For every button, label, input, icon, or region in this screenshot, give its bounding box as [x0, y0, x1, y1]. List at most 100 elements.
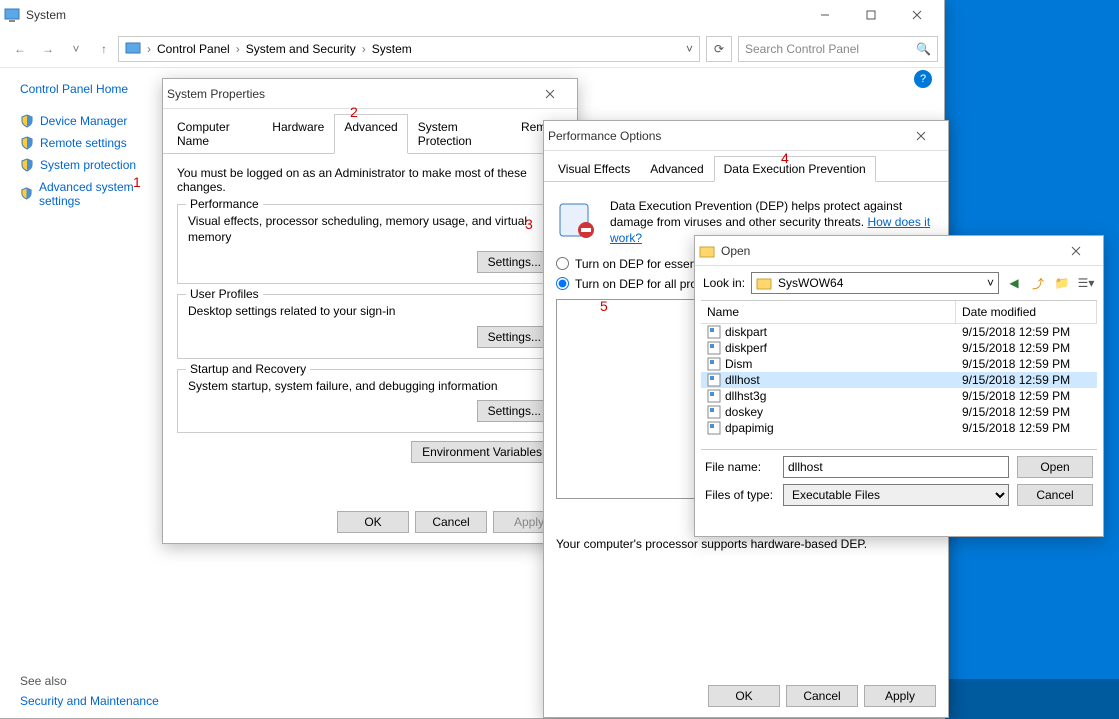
- settings-button[interactable]: Settings...: [477, 326, 552, 348]
- system-properties-dialog: System Properties Computer NameHardwareA…: [162, 78, 578, 544]
- file-date: 9/15/2018 12:59 PM: [962, 405, 1091, 419]
- file-name: diskperf: [725, 341, 767, 355]
- shield-icon: [20, 114, 34, 128]
- tab-data-execution-prevention[interactable]: Data Execution Prevention: [714, 156, 876, 182]
- sidebar-item-remote-settings[interactable]: Remote settings: [20, 132, 168, 154]
- sidebar-item-device-manager[interactable]: Device Manager: [20, 110, 168, 132]
- lookin-label: Look in:: [703, 276, 745, 290]
- sidebar-item-label: Remote settings: [40, 136, 127, 150]
- file-date: 9/15/2018 12:59 PM: [962, 325, 1091, 339]
- search-icon: 🔍: [916, 42, 931, 56]
- chevron-icon: ›: [362, 42, 366, 56]
- address-bar[interactable]: › Control Panel › System and Security › …: [118, 36, 700, 62]
- sidebar-item-advanced-system-settings[interactable]: Advanced system settings: [20, 176, 168, 212]
- search-box[interactable]: Search Control Panel 🔍: [738, 36, 938, 62]
- system-icon: [4, 7, 20, 23]
- refresh-button[interactable]: ⟳: [706, 36, 732, 62]
- exe-icon: [707, 421, 721, 435]
- dep-support-text: Your computer's processor supports hardw…: [556, 537, 936, 551]
- tab-strip: Computer NameHardwareAdvancedSystem Prot…: [163, 113, 577, 154]
- ok-button[interactable]: OK: [337, 511, 409, 533]
- chevron-icon: ›: [236, 42, 240, 56]
- maximize-button[interactable]: [848, 0, 894, 30]
- radio-input[interactable]: [556, 277, 569, 290]
- breadcrumb-item[interactable]: System: [372, 42, 412, 56]
- lookin-combo[interactable]: SysWOW64 ˅: [751, 272, 999, 294]
- file-row[interactable]: diskpart 9/15/2018 12:59 PM: [701, 324, 1097, 340]
- col-name[interactable]: Name: [701, 301, 956, 323]
- breadcrumb-item[interactable]: Control Panel: [157, 42, 230, 56]
- close-button[interactable]: [894, 0, 940, 30]
- radio-input[interactable]: [556, 257, 569, 270]
- exe-icon: [707, 373, 721, 387]
- back-icon[interactable]: ◀: [1005, 274, 1023, 292]
- dialog-title: System Properties: [167, 87, 527, 101]
- new-folder-icon[interactable]: 📁: [1053, 274, 1071, 292]
- file-date: 9/15/2018 12:59 PM: [962, 357, 1091, 371]
- view-menu-icon[interactable]: ☰▾: [1077, 274, 1095, 292]
- file-list[interactable]: Name Date modified diskpart 9/15/2018 12:…: [701, 300, 1097, 450]
- file-date: 9/15/2018 12:59 PM: [962, 373, 1091, 387]
- minimize-button[interactable]: [802, 0, 848, 30]
- tab-advanced[interactable]: Advanced: [640, 156, 713, 182]
- filetype-label: Files of type:: [705, 488, 775, 502]
- file-date: 9/15/2018 12:59 PM: [962, 389, 1091, 403]
- tab-hardware[interactable]: Hardware: [262, 114, 334, 154]
- group-desc: Desktop settings related to your sign-in: [188, 303, 552, 319]
- file-row[interactable]: doskey9/15/2018 12:59 PM: [701, 404, 1097, 420]
- file-row[interactable]: dllhst3g9/15/2018 12:59 PM: [701, 388, 1097, 404]
- file-row[interactable]: diskperf9/15/2018 12:59 PM: [701, 340, 1097, 356]
- sidebar-item-system-protection[interactable]: System protection: [20, 154, 168, 176]
- forward-button[interactable]: →: [34, 35, 62, 63]
- breadcrumb-item[interactable]: System and Security: [246, 42, 356, 56]
- open-button[interactable]: Open: [1017, 456, 1093, 478]
- group-legend: User Profiles: [186, 287, 263, 301]
- file-row[interactable]: Dism 9/15/2018 12:59 PM: [701, 356, 1097, 372]
- sidebar-heading[interactable]: Control Panel Home: [20, 82, 168, 96]
- group-startup-and-recovery: Startup and RecoverySystem startup, syst…: [177, 369, 563, 433]
- cancel-button[interactable]: Cancel: [786, 685, 858, 707]
- cancel-button[interactable]: Cancel: [1017, 484, 1093, 506]
- file-name: dpapimig: [725, 421, 774, 435]
- computer-icon: [125, 41, 141, 57]
- col-date[interactable]: Date modified: [956, 301, 1097, 323]
- address-dropdown-icon[interactable]: ˅: [686, 42, 693, 56]
- chevron-icon: ›: [147, 42, 151, 56]
- close-button[interactable]: [898, 121, 944, 151]
- tab-strip: Visual EffectsAdvancedData Execution Pre…: [544, 155, 948, 182]
- filename-input[interactable]: [783, 456, 1009, 478]
- file-row[interactable]: dllhost9/15/2018 12:59 PM: [701, 372, 1097, 388]
- sidebar-item-label: Advanced system settings: [39, 180, 168, 208]
- recent-button[interactable]: ˅: [62, 35, 90, 63]
- filetype-select[interactable]: Executable Files: [783, 484, 1009, 506]
- dep-shield-icon: [556, 198, 600, 242]
- group-performance: PerformanceVisual effects, processor sch…: [177, 204, 563, 284]
- group-legend: Startup and Recovery: [186, 362, 310, 376]
- apply-button[interactable]: Apply: [864, 685, 936, 707]
- file-row[interactable]: dpapimig 9/15/2018 12:59 PM: [701, 420, 1097, 436]
- group-desc: Visual effects, processor scheduling, me…: [188, 213, 552, 245]
- dialog-title: Performance Options: [548, 129, 898, 143]
- close-button[interactable]: [527, 79, 573, 109]
- file-name: diskpart: [725, 325, 767, 339]
- ok-button[interactable]: OK: [708, 685, 780, 707]
- shield-icon: [20, 187, 33, 201]
- filename-label: File name:: [705, 460, 775, 474]
- security-maintenance-link[interactable]: Security and Maintenance: [20, 694, 159, 708]
- up-button[interactable]: ↑: [90, 35, 118, 63]
- close-button[interactable]: [1053, 236, 1099, 266]
- tab-system-protection[interactable]: System Protection: [408, 114, 511, 154]
- tab-advanced[interactable]: Advanced: [334, 114, 407, 154]
- help-button[interactable]: ?: [914, 70, 932, 88]
- env-vars-button[interactable]: Environment Variables...: [411, 441, 563, 463]
- back-button[interactable]: ←: [6, 35, 34, 63]
- file-name: Dism: [725, 357, 752, 371]
- file-date: 9/15/2018 12:59 PM: [962, 421, 1091, 435]
- tab-visual-effects[interactable]: Visual Effects: [548, 156, 640, 182]
- settings-button[interactable]: Settings...: [477, 251, 552, 273]
- cancel-button[interactable]: Cancel: [415, 511, 487, 533]
- settings-button[interactable]: Settings...: [477, 400, 552, 422]
- up-icon[interactable]: ⤴: [1029, 274, 1047, 292]
- titlebar: System: [0, 0, 944, 30]
- tab-computer-name[interactable]: Computer Name: [167, 114, 262, 154]
